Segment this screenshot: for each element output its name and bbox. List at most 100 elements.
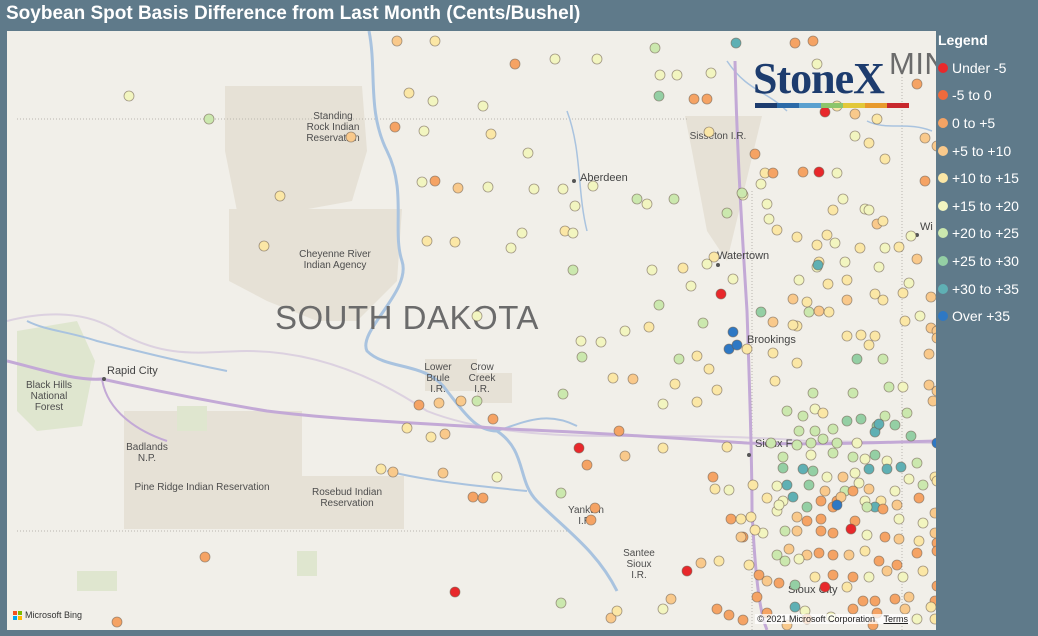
- basis-point[interactable]: [391, 35, 403, 47]
- basis-point[interactable]: [477, 100, 489, 112]
- basis-point[interactable]: [375, 463, 387, 475]
- basis-point[interactable]: [812, 259, 824, 271]
- basis-point[interactable]: [688, 93, 700, 105]
- basis-point[interactable]: [427, 95, 439, 107]
- basis-point[interactable]: [685, 280, 697, 292]
- basis-point[interactable]: [797, 410, 809, 422]
- basis-point[interactable]: [791, 525, 803, 537]
- basis-point[interactable]: [761, 198, 773, 210]
- terms-link[interactable]: Terms: [884, 614, 909, 624]
- basis-point[interactable]: [822, 278, 834, 290]
- basis-point[interactable]: [919, 175, 931, 187]
- basis-point[interactable]: [911, 78, 923, 90]
- basis-point[interactable]: [771, 224, 783, 236]
- basis-point[interactable]: [813, 547, 825, 559]
- basis-point[interactable]: [797, 166, 809, 178]
- legend-item[interactable]: +15 to +20: [938, 192, 1038, 220]
- basis-point[interactable]: [863, 137, 875, 149]
- basis-point[interactable]: [873, 261, 885, 273]
- basis-point[interactable]: [869, 330, 881, 342]
- basis-point[interactable]: [809, 425, 821, 437]
- basis-point[interactable]: [893, 513, 905, 525]
- basis-point[interactable]: [901, 407, 913, 419]
- basis-point[interactable]: [657, 603, 669, 615]
- basis-point[interactable]: [528, 183, 540, 195]
- basis-point[interactable]: [575, 335, 587, 347]
- basis-point[interactable]: [855, 413, 867, 425]
- basis-point[interactable]: [863, 339, 875, 351]
- basis-point[interactable]: [429, 35, 441, 47]
- basis-point[interactable]: [809, 571, 821, 583]
- basis-point[interactable]: [873, 555, 885, 567]
- basis-point[interactable]: [854, 242, 866, 254]
- basis-point[interactable]: [931, 332, 936, 344]
- basis-point[interactable]: [555, 597, 567, 609]
- basis-point[interactable]: [877, 503, 889, 515]
- basis-point[interactable]: [727, 326, 739, 338]
- basis-point[interactable]: [889, 419, 901, 431]
- basis-point[interactable]: [767, 167, 779, 179]
- basis-point[interactable]: [837, 471, 849, 483]
- basis-point[interactable]: [761, 492, 773, 504]
- basis-point[interactable]: [829, 237, 841, 249]
- basis-point[interactable]: [591, 53, 603, 65]
- basis-point[interactable]: [627, 373, 639, 385]
- basis-point[interactable]: [677, 262, 689, 274]
- map-canvas[interactable]: SOUTH DAKOTA MIN Standing Rock Indian Re…: [7, 31, 936, 630]
- basis-points-layer[interactable]: [7, 31, 936, 630]
- basis-point[interactable]: [891, 559, 903, 571]
- basis-point[interactable]: [589, 502, 601, 514]
- basis-point[interactable]: [793, 425, 805, 437]
- basis-point[interactable]: [569, 200, 581, 212]
- basis-point[interactable]: [811, 239, 823, 251]
- basis-point[interactable]: [893, 241, 905, 253]
- basis-point[interactable]: [751, 591, 763, 603]
- basis-point[interactable]: [873, 418, 885, 430]
- basis-point[interactable]: [931, 545, 936, 557]
- basis-point[interactable]: [903, 277, 915, 289]
- basis-point[interactable]: [831, 167, 843, 179]
- basis-point[interactable]: [522, 147, 534, 159]
- basis-point[interactable]: [893, 533, 905, 545]
- basis-point[interactable]: [919, 132, 931, 144]
- basis-point[interactable]: [827, 423, 839, 435]
- basis-point[interactable]: [691, 396, 703, 408]
- basis-point[interactable]: [491, 471, 503, 483]
- basis-point[interactable]: [827, 569, 839, 581]
- basis-point[interactable]: [723, 484, 735, 496]
- basis-point[interactable]: [669, 378, 681, 390]
- basis-point[interactable]: [587, 180, 599, 192]
- basis-point[interactable]: [895, 461, 907, 473]
- legend-item[interactable]: +10 to +15: [938, 164, 1038, 192]
- basis-point[interactable]: [849, 467, 861, 479]
- basis-point[interactable]: [673, 353, 685, 365]
- basis-point[interactable]: [203, 113, 215, 125]
- basis-point[interactable]: [859, 545, 871, 557]
- basis-point[interactable]: [845, 523, 857, 535]
- basis-point[interactable]: [827, 549, 839, 561]
- legend-item[interactable]: +5 to +10: [938, 137, 1038, 165]
- basis-point[interactable]: [805, 437, 817, 449]
- basis-point[interactable]: [847, 485, 859, 497]
- basis-point[interactable]: [721, 441, 733, 453]
- basis-point[interactable]: [851, 437, 863, 449]
- basis-point[interactable]: [613, 425, 625, 437]
- basis-point[interactable]: [745, 511, 757, 523]
- basis-point[interactable]: [779, 555, 791, 567]
- basis-point[interactable]: [705, 67, 717, 79]
- basis-point[interactable]: [643, 321, 655, 333]
- basis-point[interactable]: [815, 495, 827, 507]
- basis-point[interactable]: [691, 350, 703, 362]
- basis-point[interactable]: [787, 319, 799, 331]
- basis-point[interactable]: [413, 399, 425, 411]
- basis-point[interactable]: [743, 559, 755, 571]
- basis-point[interactable]: [711, 603, 723, 615]
- basis-point[interactable]: [817, 407, 829, 419]
- basis-point[interactable]: [607, 372, 619, 384]
- basis-point[interactable]: [567, 264, 579, 276]
- basis-point[interactable]: [781, 405, 793, 417]
- basis-point[interactable]: [931, 140, 936, 152]
- basis-point[interactable]: [807, 387, 819, 399]
- basis-point[interactable]: [516, 227, 528, 239]
- basis-point[interactable]: [781, 479, 793, 491]
